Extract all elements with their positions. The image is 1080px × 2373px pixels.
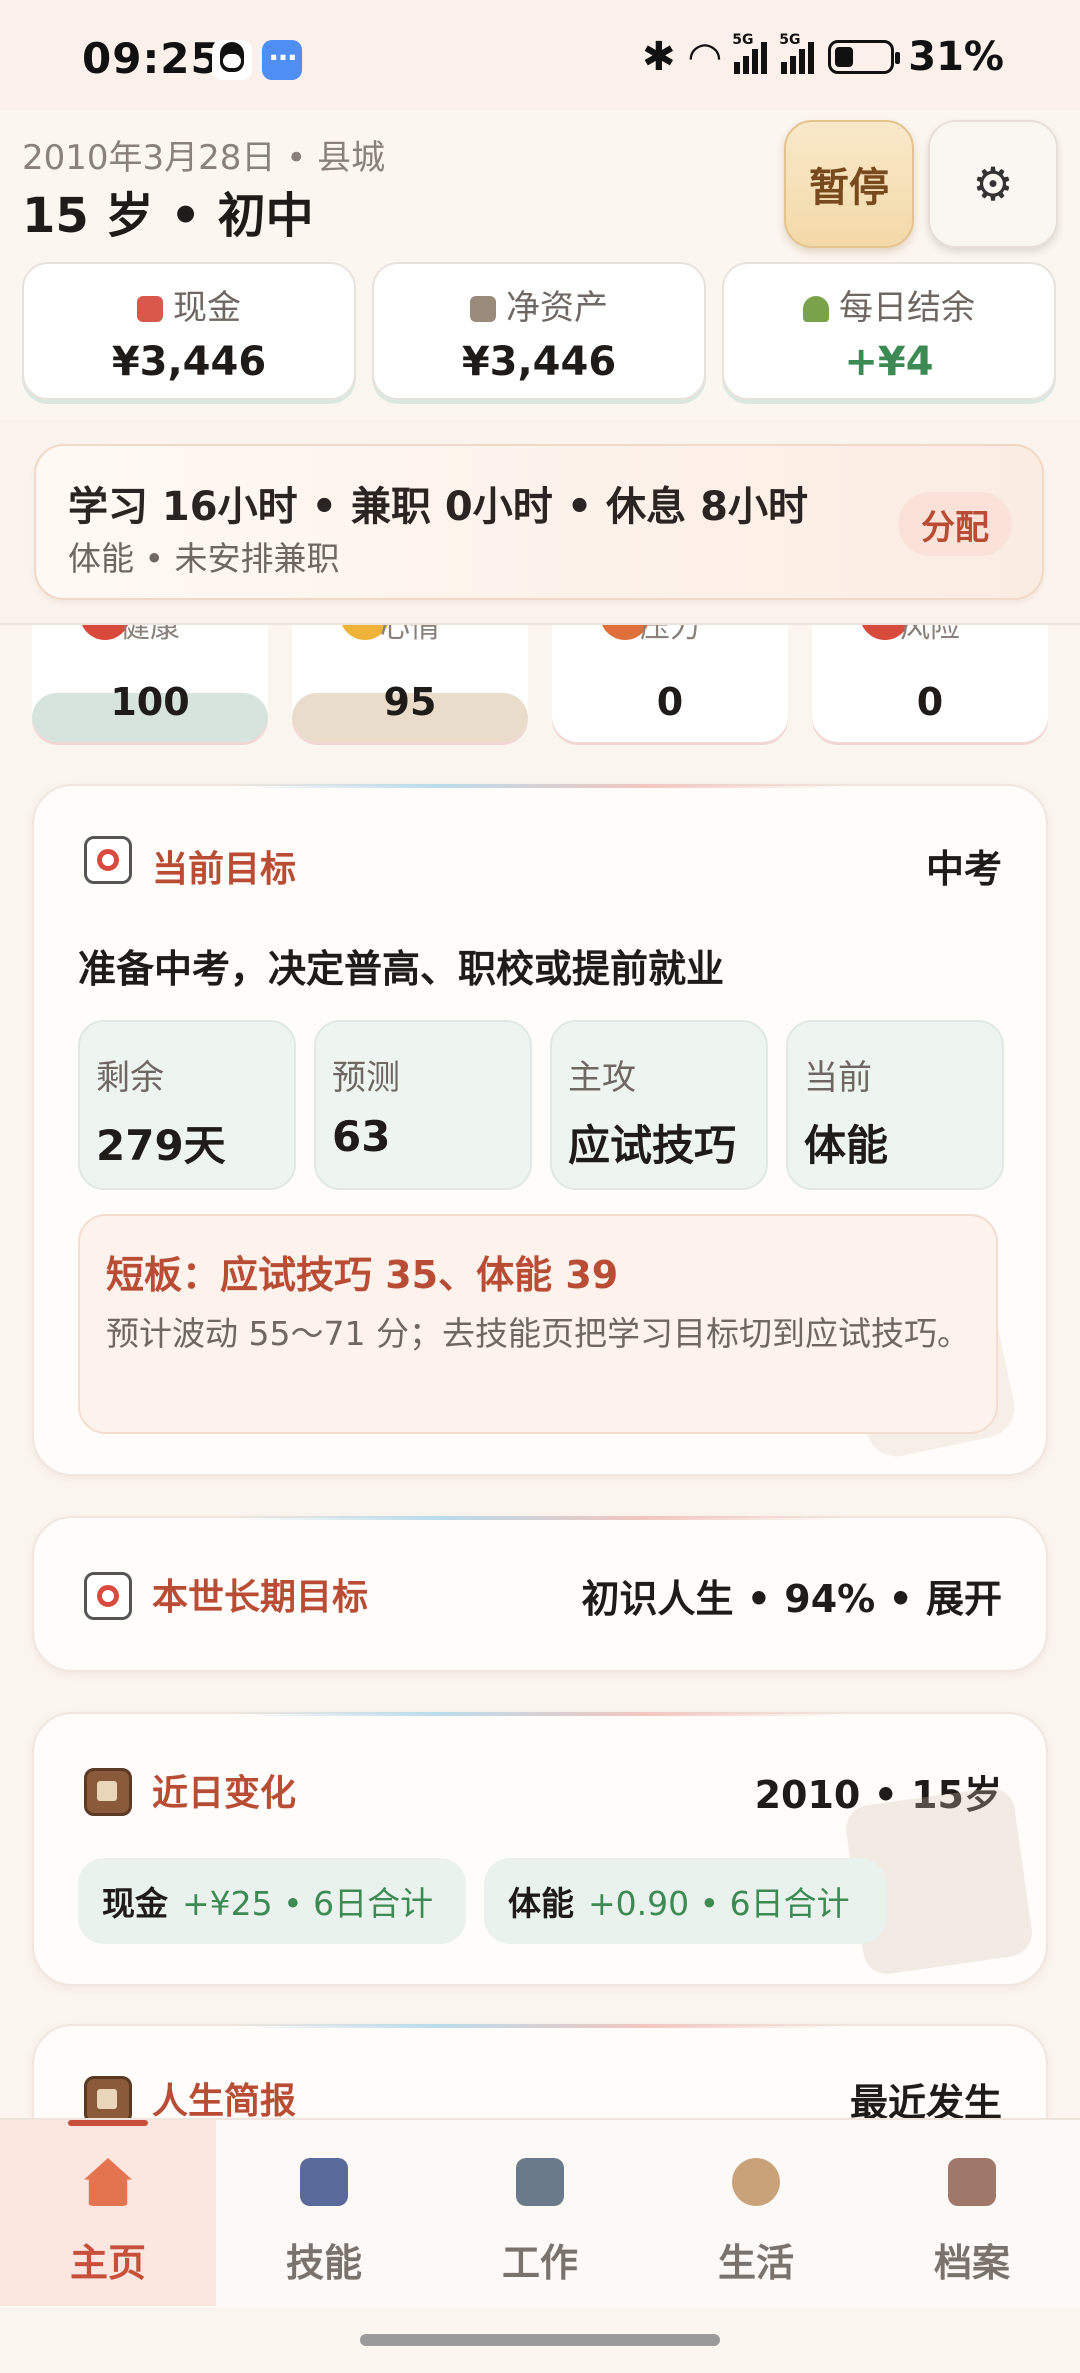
target-notebook-icon <box>84 836 132 884</box>
cash-value: ¥3,446 <box>111 339 267 385</box>
goal-focus: 主攻 应试技巧 <box>550 1020 768 1190</box>
nav-work[interactable]: 工作 <box>432 2120 648 2306</box>
nav-skills[interactable]: 技能 <box>216 2120 432 2306</box>
recent-changes-title: 近日变化 <box>152 1773 297 1814</box>
change-chip-delta: +¥25 • 6日合计 <box>182 1884 434 1923</box>
briefcase-icon <box>516 2158 564 2206</box>
archive-icon <box>948 2158 996 2206</box>
cash-label: 现金 <box>173 288 241 328</box>
allocate-button[interactable]: 分配 <box>898 492 1012 556</box>
battery-percent: 31% <box>908 34 1004 80</box>
pause-button[interactable]: 暂停 <box>784 120 914 248</box>
nav-home-label: 主页 <box>69 2241 146 2285</box>
long-term-goal-summary[interactable]: 初识人生 • 94% • 展开 <box>582 1568 1002 1623</box>
recent-changes-card: 近日变化 2010 • 15岁 现金 +¥25 • 6日合计 体能 +0.90 … <box>32 1712 1048 1986</box>
schedule-summary: 学习 16小时 • 兼职 0小时 • 休息 8小时 <box>68 484 808 530</box>
nav-archive-label: 档案 <box>933 2241 1010 2285</box>
target-notebook-icon <box>84 1572 132 1620</box>
bluetooth-icon: ✱ <box>641 34 676 80</box>
change-chip-delta: +0.90 • 6日合计 <box>588 1884 850 1923</box>
goal-remaining-label: 剩余 <box>96 1058 164 1098</box>
journal-icon <box>84 2076 132 2124</box>
goal-prediction-label: 预测 <box>332 1058 400 1098</box>
change-chip-cash: 现金 +¥25 • 6日合计 <box>78 1858 466 1944</box>
wifi-icon: ◠ <box>689 34 721 80</box>
daily-balance-card: 每日结余 +¥4 <box>722 262 1056 400</box>
journal-icon <box>84 1768 132 1816</box>
signal-icon-2: 5G <box>779 32 815 74</box>
age-stage: 15 岁 • 初中 <box>22 188 314 244</box>
weakness-box: 短板：应试技巧 35、体能 39 预计波动 55～71 分；去技能页把学习目标切… <box>78 1214 998 1434</box>
net-assets-value: ¥3,446 <box>461 339 617 385</box>
nav-archive[interactable]: 档案 <box>864 2120 1080 2306</box>
life-brief-title: 人生简报 <box>152 2081 297 2122</box>
nav-home[interactable]: 主页 <box>0 2120 216 2306</box>
net-assets-label: 净资产 <box>506 288 608 328</box>
nav-skills-label: 技能 <box>285 2241 362 2285</box>
current-goal-card: 当前目标 中考 准备中考，决定普高、职校或提前就业 剩余 279天 预测 63 … <box>32 784 1048 1476</box>
bottom-nav: 主页 技能 工作 生活 档案 <box>0 2118 1080 2308</box>
goal-remaining: 剩余 279天 <box>78 1020 296 1190</box>
header: 2010年3月28日 • 县城 15 岁 • 初中 暂停 ⚙ 现金 ¥3,446… <box>0 110 1080 420</box>
risk-value: 0 <box>916 680 944 724</box>
long-term-goal-card[interactable]: 本世长期目标 初识人生 • 94% • 展开 <box>32 1516 1048 1672</box>
message-icon <box>262 34 302 80</box>
weakness-note: 预计波动 55～71 分；去技能页把学习目标切到应试技巧。 <box>106 1314 970 1353</box>
current-goal-title: 当前目标 <box>152 849 297 890</box>
building-icon <box>470 296 496 322</box>
book-icon <box>300 2158 348 2206</box>
home-indicator[interactable] <box>360 2334 720 2346</box>
goal-focus-label: 主攻 <box>568 1058 636 1098</box>
health-value: 100 <box>110 680 190 724</box>
nav-work-label: 工作 <box>501 2241 578 2285</box>
goal-current-label: 当前 <box>804 1058 872 1098</box>
change-chip-name: 现金 <box>102 1884 168 1923</box>
daily-balance-label: 每日结余 <box>839 288 975 328</box>
qq-icon <box>212 40 252 80</box>
house-icon <box>84 2158 132 2206</box>
signal-icon: 5G <box>732 32 768 74</box>
status-time: 09:25 <box>82 34 221 83</box>
status-bar: 09:25 ✱ ◠ 5G 5G 31% <box>0 0 1080 110</box>
change-chip-name: 体能 <box>508 1884 574 1923</box>
current-goal-tag: 中考 <box>925 847 1002 891</box>
status-indicators: ✱ ◠ 5G 5G 31% <box>641 32 1004 80</box>
nav-life[interactable]: 生活 <box>648 2120 864 2306</box>
goal-description: 准备中考，决定普高、职校或提前就业 <box>78 947 725 991</box>
long-term-goal-title: 本世长期目标 <box>152 1577 369 1618</box>
battery-icon <box>828 40 901 74</box>
daily-balance-value: +¥4 <box>844 339 934 385</box>
gear-icon: ⚙ <box>972 157 1014 211</box>
cash-icon <box>137 296 163 322</box>
goal-current-value: 体能 <box>804 1121 889 1170</box>
person-icon <box>732 2158 780 2206</box>
goal-prediction-value: 63 <box>332 1112 391 1161</box>
nav-life-label: 生活 <box>717 2241 794 2285</box>
date-location: 2010年3月28日 • 县城 <box>22 138 386 178</box>
change-chip-stamina: 体能 +0.90 • 6日合计 <box>484 1858 886 1944</box>
sprout-icon <box>803 296 829 322</box>
net-assets-card: 净资产 ¥3,446 <box>372 262 706 400</box>
schedule-banner[interactable]: 学习 16小时 • 兼职 0小时 • 休息 8小时 体能 • 未安排兼职 分配 <box>34 444 1044 600</box>
goal-focus-value: 应试技巧 <box>568 1121 737 1170</box>
cash-card: 现金 ¥3,446 <box>22 262 356 400</box>
weakness-title: 短板：应试技巧 35、体能 39 <box>106 1253 619 1297</box>
stress-value: 0 <box>656 680 684 724</box>
goal-current: 当前 体能 <box>786 1020 1004 1190</box>
goal-remaining-value: 279天 <box>96 1121 226 1170</box>
schedule-detail: 体能 • 未安排兼职 <box>68 539 340 578</box>
mood-value: 95 <box>383 680 437 724</box>
goal-prediction: 预测 63 <box>314 1020 532 1190</box>
schedule-bar: 学习 16小时 • 兼职 0小时 • 休息 8小时 体能 • 未安排兼职 分配 <box>0 420 1080 625</box>
settings-button[interactable]: ⚙ <box>928 120 1058 248</box>
